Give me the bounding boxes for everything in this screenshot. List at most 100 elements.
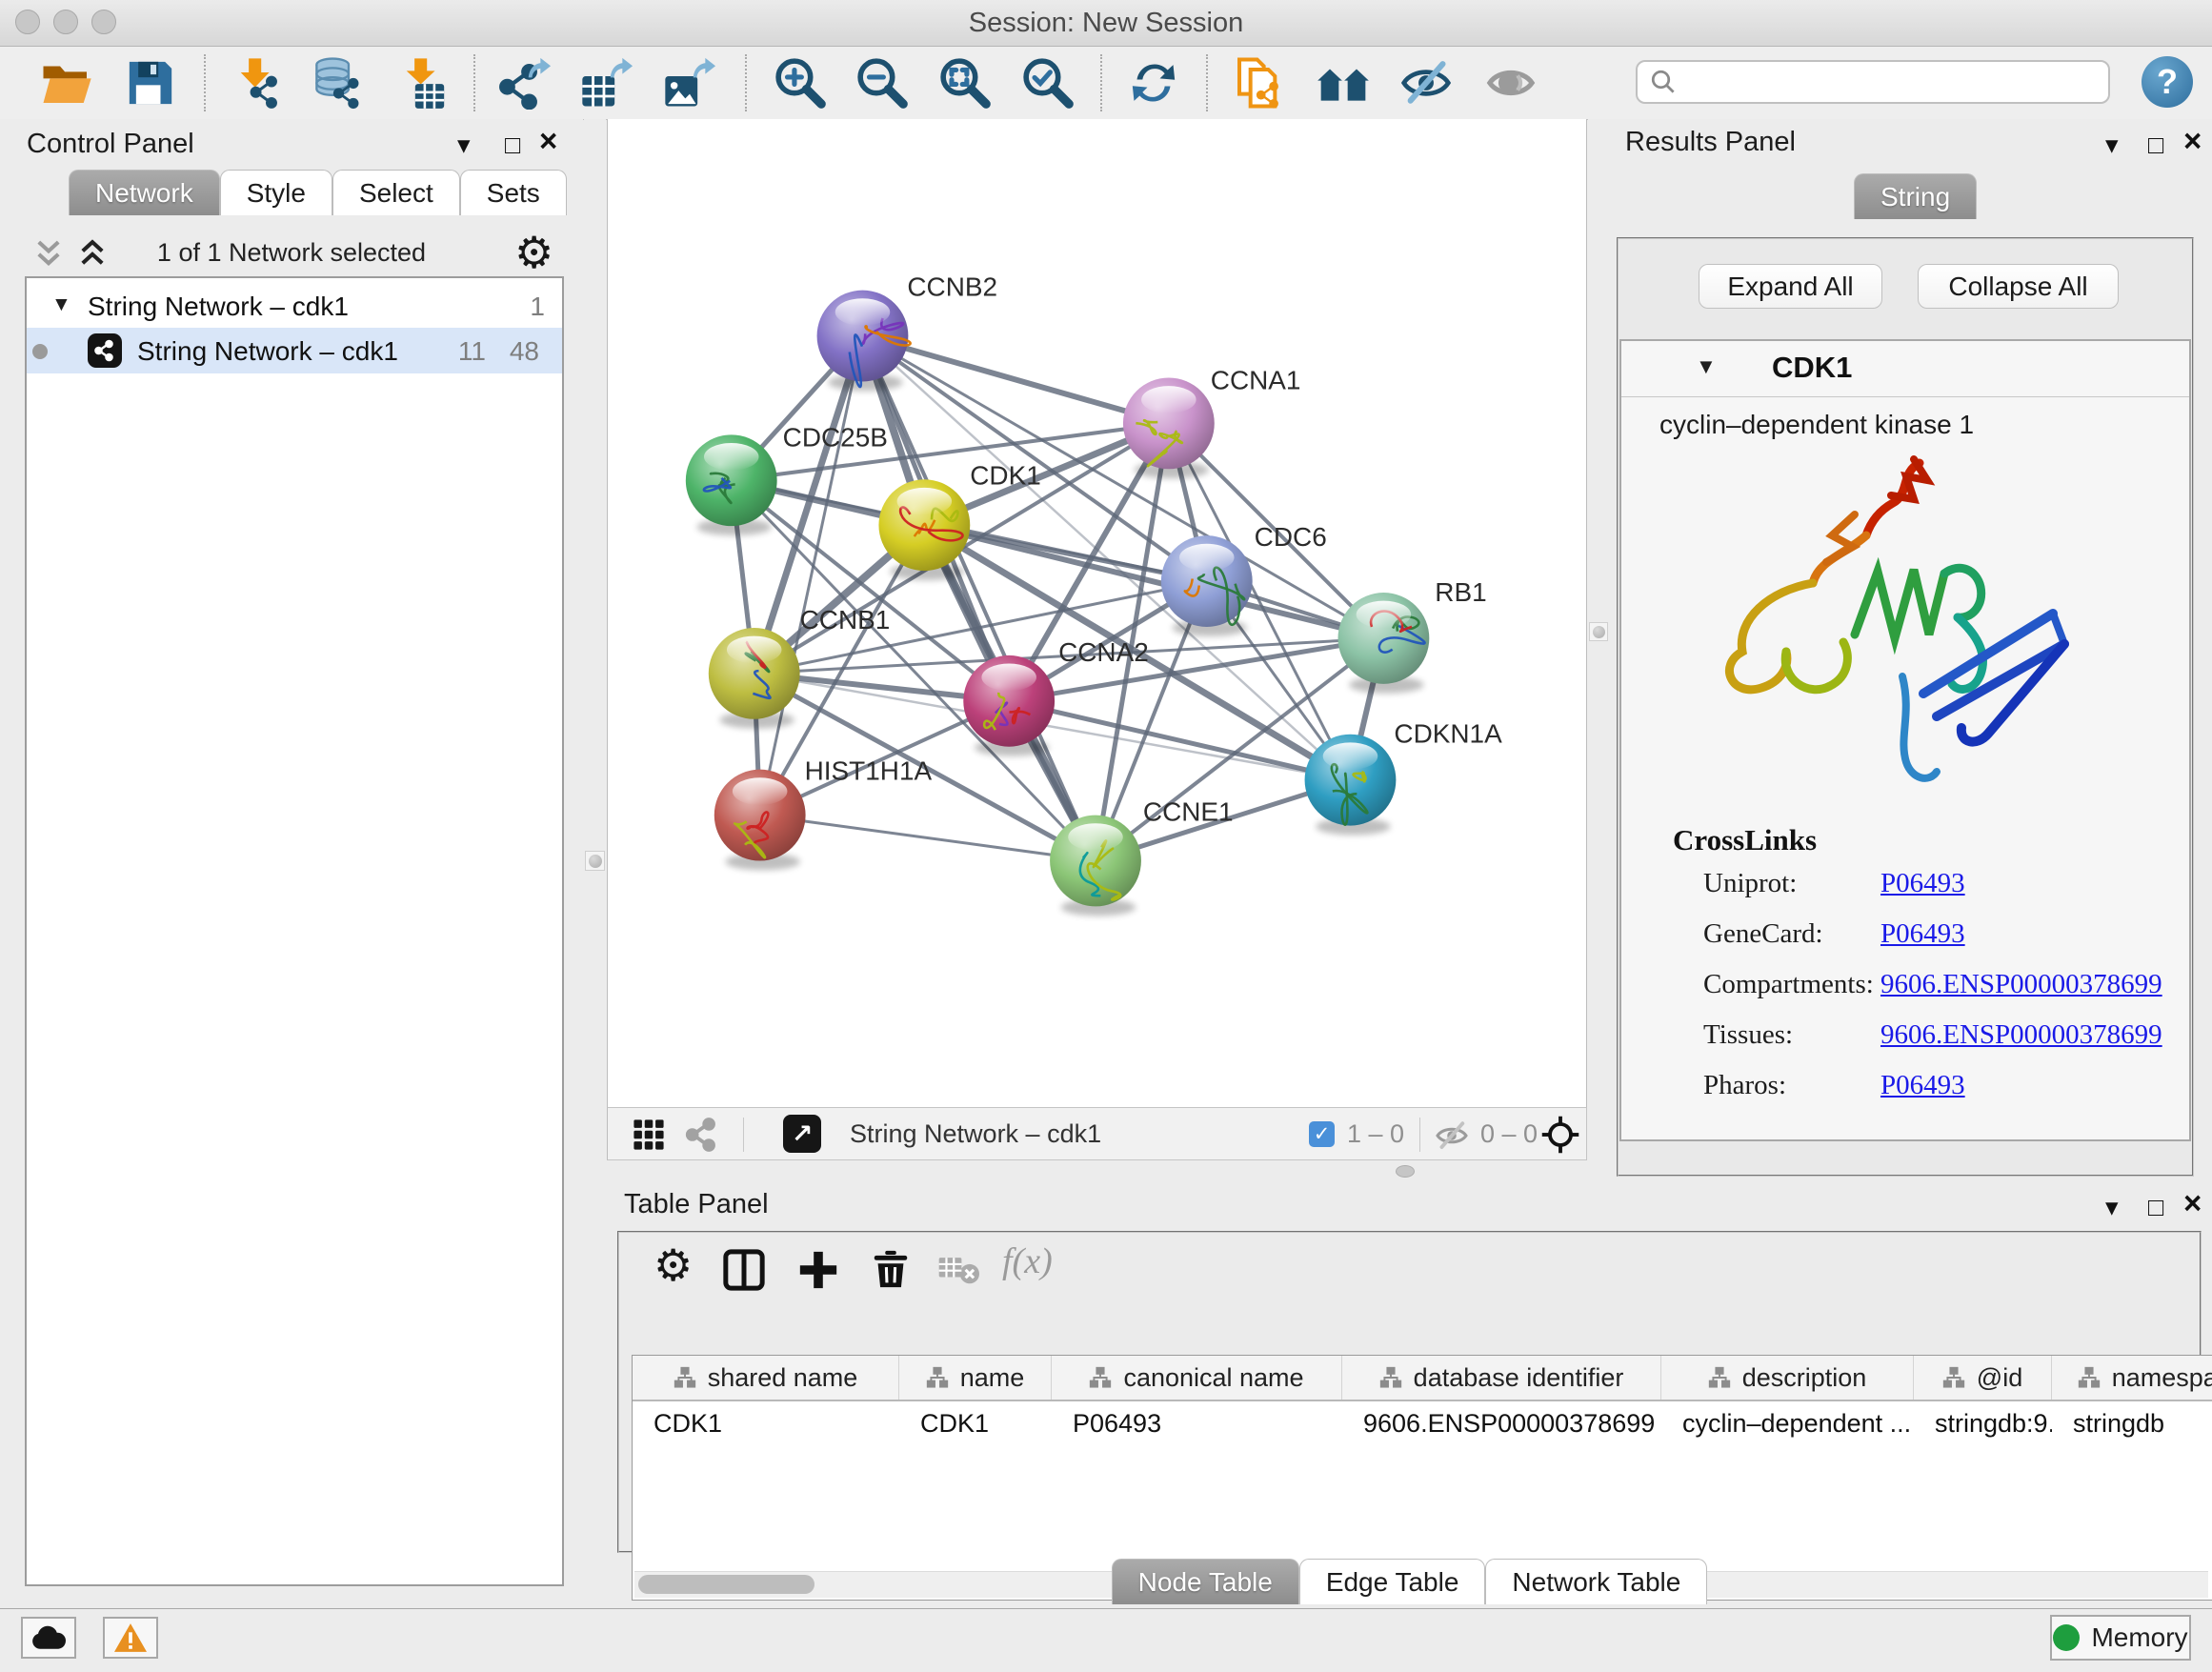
column-header-canonical-name[interactable]: canonical name: [1052, 1356, 1342, 1400]
crosslink-value-link[interactable]: P06493: [1880, 868, 1965, 899]
results-panel-close-icon[interactable]: ×: [2183, 127, 2202, 155]
share-network-icon[interactable]: [684, 1117, 720, 1153]
search-input[interactable]: [1687, 67, 2108, 98]
results-panel-menu-icon[interactable]: ▾: [2105, 131, 2119, 159]
collection-expander-icon[interactable]: ▼: [51, 293, 71, 316]
selected-checkbox[interactable]: ✓: [1309, 1121, 1335, 1147]
crosslink-value-link[interactable]: P06493: [1880, 918, 1965, 950]
tab-sets[interactable]: Sets: [460, 170, 567, 215]
save-session-button[interactable]: [124, 56, 177, 110]
zoom-out-button[interactable]: [855, 56, 909, 110]
first-neighbors-button[interactable]: [1317, 56, 1370, 110]
export-table-button[interactable]: [580, 56, 633, 110]
open-session-button[interactable]: [40, 56, 93, 110]
column-header--id[interactable]: @id: [1914, 1356, 2052, 1400]
network-collection-row[interactable]: ▼ String Network – cdk1 1: [27, 284, 562, 328]
network-options-gear-icon[interactable]: ⚙: [514, 228, 553, 277]
import-network-from-file-button[interactable]: [231, 56, 284, 110]
tab-node-table[interactable]: Node Table: [1112, 1559, 1299, 1604]
crosslink-value-link[interactable]: 9606.ENSP00000378699: [1880, 1019, 2162, 1051]
network-canvas[interactable]: CCNB2 CCNA1 CDC25B CDK1 CDC6: [607, 119, 1587, 1107]
grid-view-icon[interactable]: [633, 1118, 665, 1151]
node-CCNA1[interactable]: [1123, 377, 1215, 478]
import-table-from-file-button[interactable]: [396, 56, 450, 110]
hide-selected-button[interactable]: [1399, 56, 1453, 110]
tab-string[interactable]: String: [1854, 173, 1977, 219]
crosslink-value-link[interactable]: P06493: [1880, 1070, 1965, 1101]
edge-CCNB2-CCNA1[interactable]: [862, 336, 1168, 424]
import-table-from-file-icon: [396, 56, 450, 110]
tab-network[interactable]: Network: [69, 170, 220, 215]
zoom-fit-content-button[interactable]: [938, 56, 992, 110]
apply-preferred-layout-button[interactable]: [1127, 56, 1180, 110]
edge-CCNB2-HIST1H1A[interactable]: [760, 336, 863, 816]
gene-collapse-icon[interactable]: ▼: [1696, 354, 1717, 379]
column-header-shared-name[interactable]: shared name: [633, 1356, 899, 1400]
crosslink-value-link[interactable]: 9606.ENSP00000378699: [1880, 969, 2162, 1000]
gene-card-header[interactable]: ▼ CDK1: [1621, 341, 2189, 397]
cloud-button[interactable]: [21, 1617, 76, 1659]
zoom-in-icon: [774, 56, 827, 110]
right-splitter-handle[interactable]: [1589, 622, 1608, 641]
crosshair-icon[interactable]: [1539, 1114, 1581, 1156]
show-all-button[interactable]: [1484, 56, 1538, 110]
horizontal-splitter-handle[interactable]: [1396, 1165, 1415, 1178]
table-panel-menu-icon[interactable]: ▾: [2105, 1193, 2119, 1221]
tab-select[interactable]: Select: [332, 170, 460, 215]
table-row[interactable]: CDK1CDK1P064939606.ENSP00000378699cyclin…: [633, 1401, 2212, 1445]
hidden-eye-icon[interactable]: [1435, 1118, 1469, 1153]
memory-button[interactable]: Memory: [2050, 1615, 2191, 1661]
save-session-icon: [124, 56, 177, 110]
right-splitter[interactable]: [1588, 119, 1610, 1160]
column-header-database-identifier[interactable]: database identifier: [1342, 1356, 1661, 1400]
table-panel-close-icon[interactable]: ×: [2183, 1189, 2202, 1218]
network-edge-count: 48: [510, 336, 539, 367]
tab-edge-table[interactable]: Edge Table: [1299, 1559, 1486, 1604]
help-button[interactable]: ?: [2142, 56, 2193, 108]
left-splitter[interactable]: [584, 119, 606, 1160]
search-box[interactable]: [1636, 60, 2110, 104]
results-panel-float-icon[interactable]: □: [2148, 131, 2163, 159]
export-image-button[interactable]: [663, 56, 716, 110]
column-header-description[interactable]: description: [1661, 1356, 1914, 1400]
control-panel: Control Panel ▾ □ × NetworkStyleSelectSe…: [0, 119, 583, 1608]
node-CCNB1[interactable]: [709, 628, 800, 729]
tab-style[interactable]: Style: [220, 170, 332, 215]
show-columns-icon[interactable]: [722, 1248, 766, 1292]
clone-network-button[interactable]: [1233, 56, 1286, 110]
expand-all-button[interactable]: Expand All: [1699, 264, 1882, 309]
memory-label: Memory: [2091, 1622, 2187, 1653]
zoom-in-button[interactable]: [774, 56, 827, 110]
control-panel-float-icon[interactable]: □: [505, 131, 520, 159]
delete-column-trash-icon[interactable]: [869, 1247, 913, 1291]
import-network-from-database-button[interactable]: [312, 56, 365, 110]
export-image-icon: [663, 56, 716, 110]
export-network-button[interactable]: [498, 56, 552, 110]
main-toolbar: ?: [0, 47, 2212, 120]
cloud-icon: [30, 1624, 67, 1651]
table-header-row: shared namenamecanonical namedatabase id…: [633, 1356, 2212, 1401]
collapse-all-button[interactable]: Collapse All: [1918, 264, 2119, 309]
open-in-window-icon[interactable]: ↗: [783, 1115, 821, 1153]
node-CDKN1A[interactable]: [1305, 735, 1397, 836]
edge-CCNA2-CDKN1A[interactable]: [1009, 701, 1350, 780]
node-CDC25B[interactable]: [686, 434, 777, 535]
node-RB1[interactable]: [1338, 593, 1430, 694]
warning-button[interactable]: [103, 1617, 158, 1659]
node-CCNB2[interactable]: [817, 291, 911, 392]
left-splitter-handle[interactable]: [585, 851, 605, 871]
delete-table-icon-disabled: [937, 1252, 979, 1286]
zoom-selected-region-button[interactable]: [1021, 56, 1075, 110]
create-column-icon[interactable]: [796, 1248, 840, 1292]
node-HIST1H1A[interactable]: [714, 770, 806, 871]
column-header-namespace[interactable]: namespace: [2052, 1356, 2212, 1400]
table-panel-float-icon[interactable]: □: [2148, 1193, 2163, 1221]
tab-network-table[interactable]: Network Table: [1485, 1559, 1707, 1604]
node-CCNE1[interactable]: [1050, 816, 1141, 917]
control-panel-menu-icon[interactable]: ▾: [457, 131, 471, 159]
network-row-selected[interactable]: String Network – cdk1 11 48: [27, 328, 562, 373]
column-header-name[interactable]: name: [899, 1356, 1052, 1400]
edge-HIST1H1A-CCNE1[interactable]: [760, 816, 1096, 861]
table-options-gear-icon[interactable]: ⚙: [654, 1240, 693, 1290]
control-panel-close-icon[interactable]: ×: [539, 127, 557, 155]
